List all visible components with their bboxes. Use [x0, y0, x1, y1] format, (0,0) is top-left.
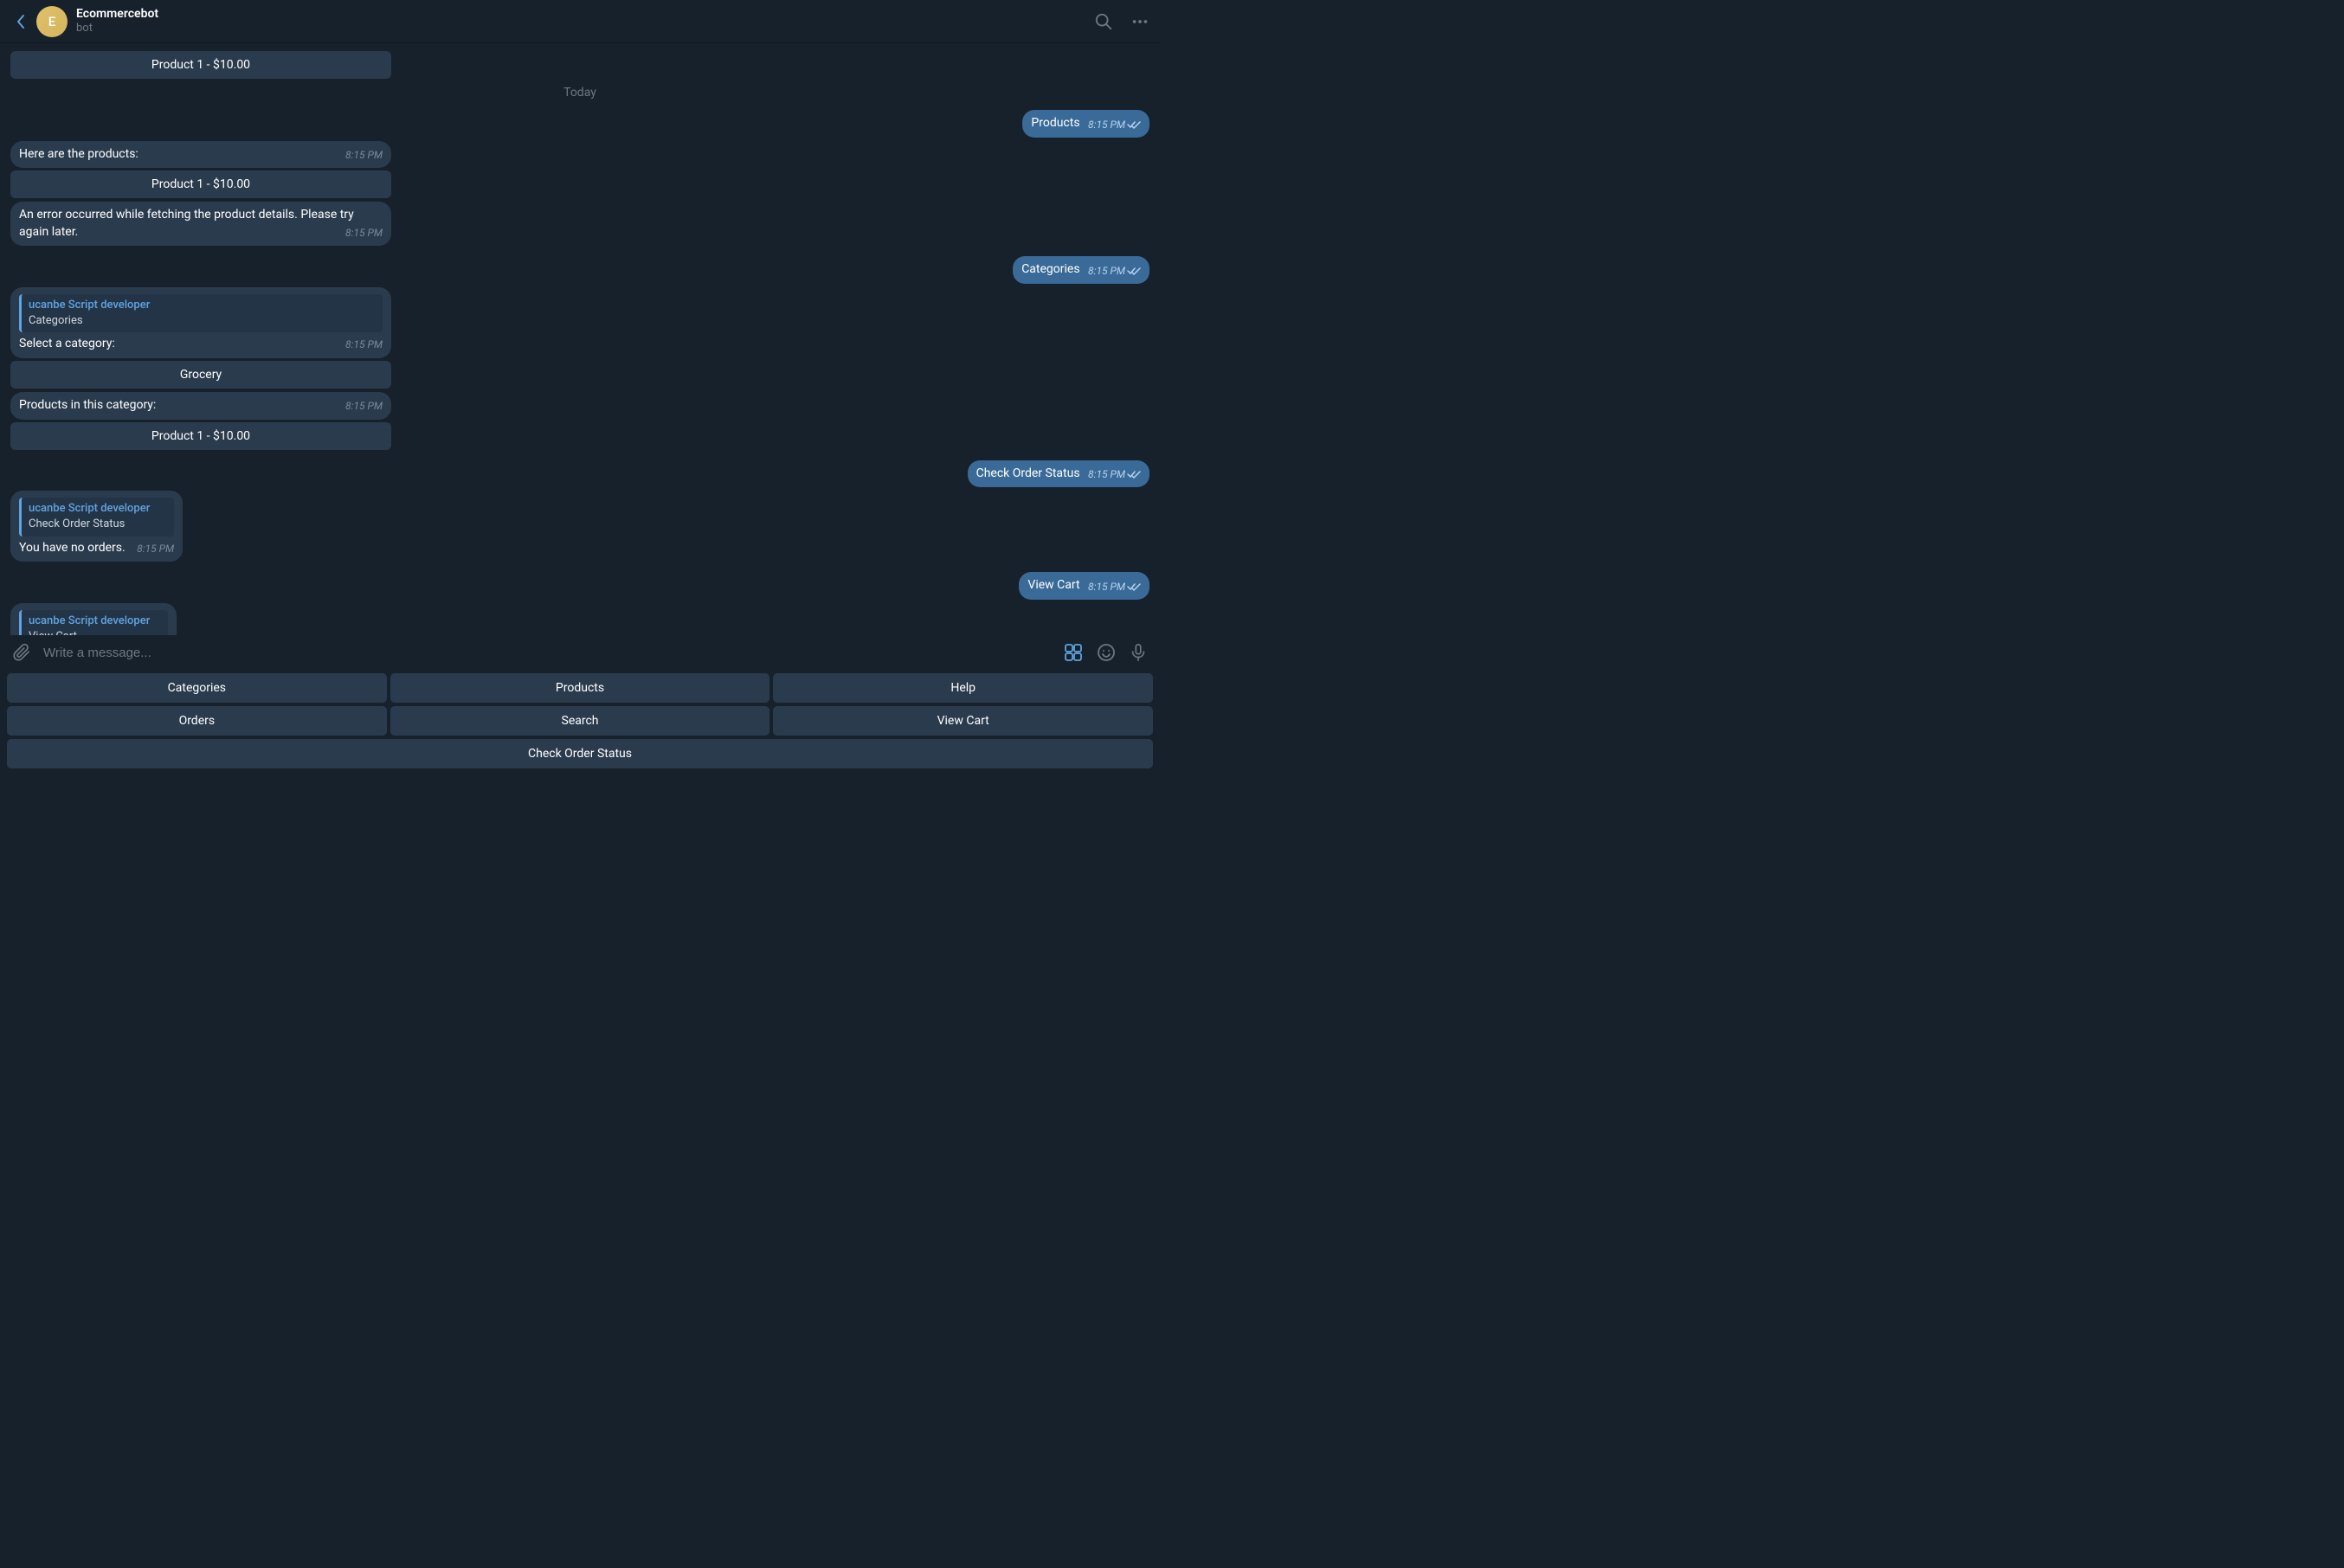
kb-products[interactable]: Products [390, 673, 770, 703]
message-time: 8:15 PM [345, 337, 383, 352]
back-button[interactable] [10, 11, 31, 32]
header-actions [1094, 12, 1149, 31]
date-separator: Today [10, 86, 1149, 100]
message-text: Products in this category: [19, 398, 156, 412]
message-text: Categories [1021, 262, 1079, 276]
chat-title-block[interactable]: Ecommercebot bot [76, 7, 1094, 35]
read-check-icon [1127, 582, 1141, 592]
message-time: 8:15 PM [1088, 580, 1141, 594]
reply-box[interactable]: ucanbe Script developer Categories [19, 294, 383, 332]
message-text: Here are the products: [19, 147, 138, 161]
reply-keyboard: Categories Products Help Orders Search V… [0, 670, 1160, 775]
messages-area[interactable]: Product 1 - $10.00 Today Products 8:15 P… [0, 43, 1160, 635]
inline-button-product[interactable]: Product 1 - $10.00 [10, 422, 391, 450]
message-time: 8:15 PM [1088, 118, 1141, 132]
message-bubble[interactable]: ucanbe Script developer Check Order Stat… [10, 491, 183, 562]
message-text: View Cart [1027, 578, 1079, 592]
message-group: ucanbe Script developer Categories Selec… [10, 287, 1149, 450]
message-group: ucanbe Script developer View Cart Your c… [10, 603, 1149, 635]
microphone-icon [1129, 643, 1148, 662]
kb-view-cart[interactable]: View Cart [773, 706, 1153, 736]
message-bubble[interactable]: Products in this category: 8:15 PM [10, 392, 391, 420]
chat-title: Ecommercebot [76, 7, 1094, 22]
message-bubble[interactable]: An error occurred while fetching the pro… [10, 202, 391, 246]
inline-button-product[interactable]: Product 1 - $10.00 [10, 51, 391, 79]
more-icon [1130, 12, 1149, 31]
reply-text: Check Order Status [29, 517, 167, 532]
kb-check-order-status[interactable]: Check Order Status [7, 739, 1153, 768]
avatar[interactable]: E [36, 6, 68, 37]
search-icon [1094, 12, 1113, 31]
chat-subtitle: bot [76, 22, 1094, 35]
message-text: You have no orders. [19, 541, 126, 555]
message-group: ucanbe Script developer Check Order Stat… [10, 491, 1149, 562]
message-bubble[interactable]: Products 8:15 PM [1022, 110, 1149, 138]
keyboard-row: Categories Products Help [7, 673, 1153, 703]
inline-button-product[interactable]: Product 1 - $10.00 [10, 170, 391, 198]
reply-text: Categories [29, 313, 376, 329]
read-check-icon [1127, 470, 1141, 479]
voice-button[interactable] [1129, 643, 1148, 662]
avatar-letter: E [48, 14, 55, 29]
more-button[interactable] [1130, 12, 1149, 31]
kb-orders[interactable]: Orders [7, 706, 387, 736]
attach-button[interactable] [12, 643, 31, 662]
message-time: 8:15 PM [345, 148, 383, 163]
message-bubble[interactable]: ucanbe Script developer Categories Selec… [10, 287, 391, 358]
inline-button-category[interactable]: Grocery [10, 361, 391, 389]
bot-keyboard-icon [1063, 642, 1084, 663]
keyboard-row: Check Order Status [7, 739, 1153, 768]
message-time: 8:15 PM [345, 226, 383, 241]
message-bubble[interactable]: Here are the products: 8:15 PM [10, 141, 391, 169]
read-check-icon [1127, 267, 1141, 276]
message-text: Products [1031, 116, 1079, 130]
kb-search[interactable]: Search [390, 706, 770, 736]
reply-box[interactable]: ucanbe Script developer View Cart [19, 610, 168, 635]
message-out: Check Order Status 8:15 PM [10, 460, 1149, 488]
message-group: Here are the products: 8:15 PM Product 1… [10, 141, 1149, 247]
smile-icon [1096, 642, 1117, 663]
message-bubble[interactable]: View Cart 8:15 PM [1019, 572, 1149, 600]
keyboard-row: Orders Search View Cart [7, 706, 1153, 736]
chevron-left-icon [16, 14, 25, 29]
message-out: Products 8:15 PM [10, 110, 1149, 138]
message-bubble[interactable]: Check Order Status 8:15 PM [968, 460, 1149, 488]
message-bubble[interactable]: ucanbe Script developer View Cart Your c… [10, 603, 177, 635]
reply-text: View Cart [29, 629, 161, 635]
message-time: 8:15 PM [345, 399, 383, 414]
message-text: Select a category: [19, 337, 115, 350]
message-input[interactable] [43, 646, 1051, 660]
reply-from: ucanbe Script developer [29, 501, 167, 517]
message-time: 8:15 PM [137, 542, 174, 556]
reply-box[interactable]: ucanbe Script developer Check Order Stat… [19, 498, 174, 536]
message-text: An error occurred while fetching the pro… [19, 208, 354, 239]
kb-categories[interactable]: Categories [7, 673, 387, 703]
message-time: 8:15 PM [1088, 467, 1141, 482]
paperclip-icon [12, 643, 31, 662]
reply-from: ucanbe Script developer [29, 614, 161, 629]
message-out: Categories 8:15 PM [10, 256, 1149, 284]
message-out: View Cart 8:15 PM [10, 572, 1149, 600]
reply-from: ucanbe Script developer [29, 298, 376, 313]
read-check-icon [1127, 120, 1141, 130]
message-text: Check Order Status [976, 466, 1080, 480]
emoji-button[interactable] [1096, 642, 1117, 663]
chat-header: E Ecommercebot bot [0, 0, 1160, 43]
search-button[interactable] [1094, 12, 1113, 31]
message-time: 8:15 PM [1088, 264, 1141, 279]
input-bar [0, 635, 1160, 670]
bot-keyboard-button[interactable] [1063, 642, 1084, 663]
kb-help[interactable]: Help [773, 673, 1153, 703]
message-bubble[interactable]: Categories 8:15 PM [1013, 256, 1149, 284]
